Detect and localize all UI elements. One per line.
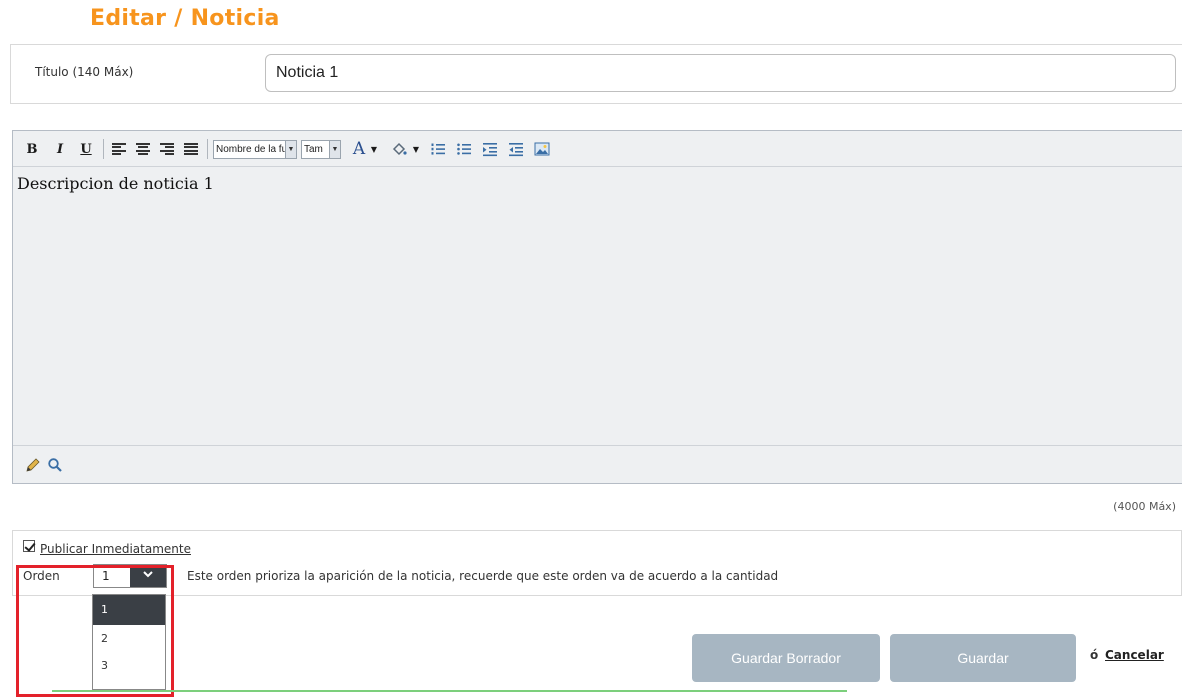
ordered-list-button[interactable]	[429, 140, 447, 158]
align-center-button[interactable]	[135, 140, 151, 158]
highlight-color-button[interactable]	[389, 140, 409, 158]
chevron-down-icon: ▼	[329, 141, 340, 158]
indent-button[interactable]	[481, 140, 499, 158]
save-draft-button[interactable]: Guardar Borrador	[692, 634, 880, 682]
image-icon	[534, 142, 550, 156]
ordered-list-icon	[431, 143, 445, 155]
title-panel: Título (140 Máx)	[10, 44, 1182, 104]
editor-footer	[13, 445, 1182, 483]
publish-panel: Publicar Inmediatamente Orden 1 Este ord…	[12, 530, 1182, 596]
orden-hint-text: Este orden prioriza la aparición de la n…	[187, 569, 779, 583]
pencil-icon[interactable]	[25, 457, 41, 473]
paint-bucket-icon	[392, 142, 407, 156]
rich-text-editor: B I U Nombre de la fu ▼ Tam ▼ A ▼ ▼ Desc…	[12, 130, 1182, 484]
font-color-dropdown[interactable]: ▼	[369, 140, 379, 158]
save-button[interactable]: Guardar	[890, 634, 1076, 682]
publish-checkbox[interactable]	[23, 540, 35, 552]
publish-checkbox-label[interactable]: Publicar Inmediatamente	[40, 542, 191, 556]
underline-button[interactable]: U	[79, 140, 93, 158]
indent-icon	[483, 143, 497, 157]
bullet-list-button[interactable]	[455, 140, 473, 158]
align-center-icon	[136, 143, 150, 155]
font-color-button[interactable]: A	[349, 139, 369, 159]
max-characters-label: (4000 Máx)	[1113, 500, 1176, 513]
toolbar-divider	[207, 139, 208, 159]
align-justify-button[interactable]	[183, 140, 199, 158]
align-right-icon	[160, 143, 174, 155]
cancel-link[interactable]: Cancelar	[1105, 648, 1164, 662]
align-right-button[interactable]	[159, 140, 175, 158]
chevron-down-icon: ▼	[285, 141, 296, 158]
font-size-select[interactable]: Tam ▼	[301, 140, 341, 159]
outdent-icon	[509, 143, 523, 157]
toolbar-divider	[103, 139, 104, 159]
highlight-color-dropdown[interactable]: ▼	[411, 140, 421, 158]
insert-image-button[interactable]	[533, 140, 551, 158]
title-input[interactable]	[265, 54, 1176, 92]
font-name-value: Nombre de la fu	[216, 144, 288, 155]
editor-content-text: Descripcion de noticia 1	[17, 174, 214, 193]
font-name-select[interactable]: Nombre de la fu ▼	[213, 140, 297, 159]
editor-toolbar: B I U Nombre de la fu ▼ Tam ▼ A ▼ ▼	[13, 131, 1182, 167]
font-size-value: Tam	[304, 144, 323, 155]
align-left-button[interactable]	[111, 140, 127, 158]
or-label: ó	[1090, 648, 1099, 662]
bold-button[interactable]: B	[25, 140, 39, 158]
outdent-button[interactable]	[507, 140, 525, 158]
title-label: Título (140 Máx)	[35, 65, 134, 79]
green-divider	[52, 690, 847, 692]
highlight-annotation-box	[16, 565, 174, 697]
italic-button[interactable]: I	[53, 140, 67, 158]
align-justify-icon	[184, 143, 198, 155]
search-icon[interactable]	[47, 457, 63, 473]
align-left-icon	[112, 143, 126, 155]
bullet-list-icon	[457, 143, 471, 155]
page-title: Editar / Noticia	[90, 6, 280, 31]
